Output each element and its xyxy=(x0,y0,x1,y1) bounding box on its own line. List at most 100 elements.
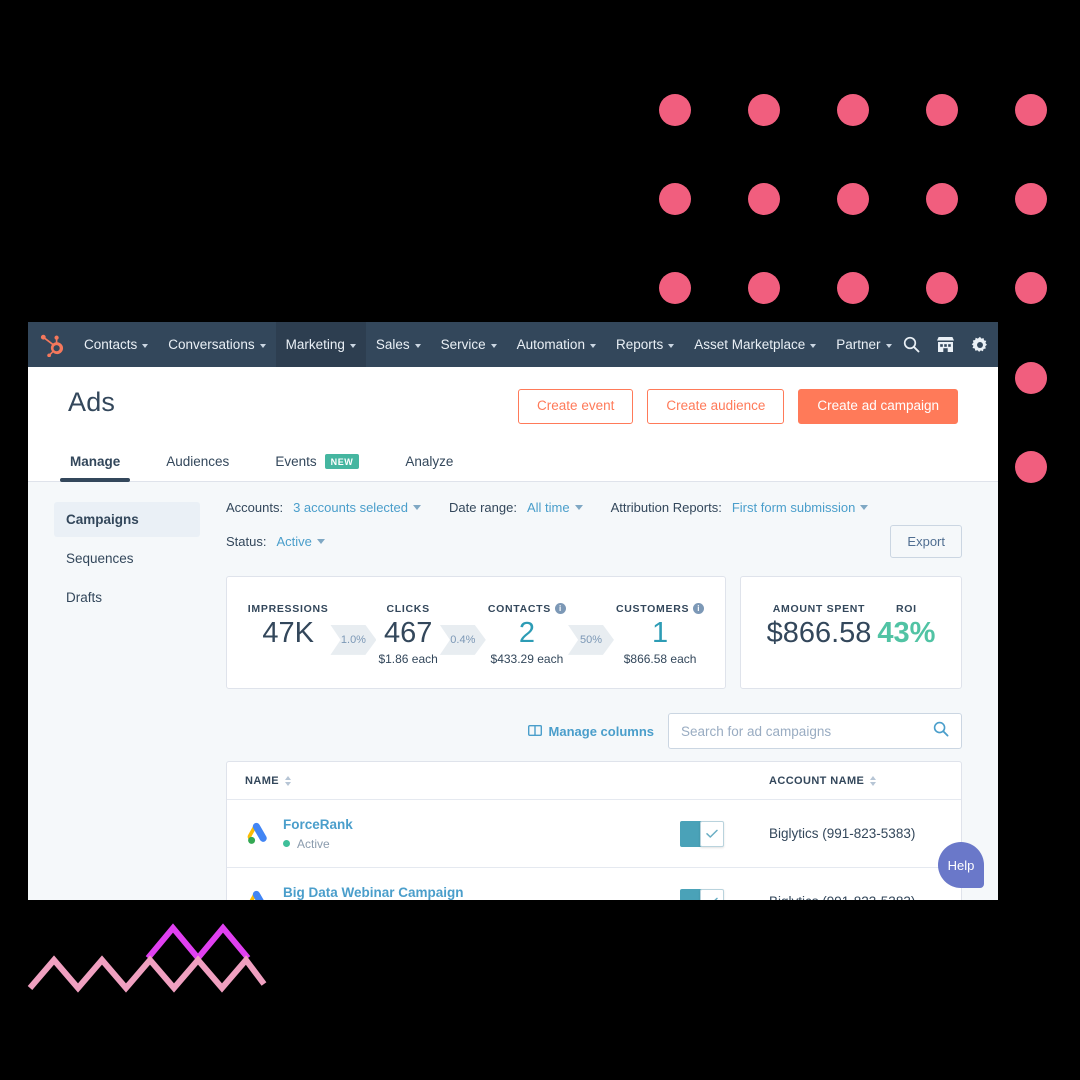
funnel-conversion-rate: 50% xyxy=(579,633,602,646)
status-dot-icon xyxy=(283,840,290,848)
table-toolbar: Manage columns xyxy=(226,713,962,750)
funnel-stage-label: CLICKS xyxy=(378,603,437,615)
hubspot-sprocket-logo[interactable] xyxy=(40,329,64,361)
decorative-dot xyxy=(1015,362,1047,394)
create-audience-button[interactable]: Create audience xyxy=(647,389,785,424)
nav-item-asset-marketplace[interactable]: Asset Marketplace xyxy=(684,322,826,367)
filter-label: Status: xyxy=(226,533,267,549)
campaign-name-link[interactable]: Big Data Webinar Campaign xyxy=(283,885,464,900)
google-ads-icon xyxy=(247,822,267,844)
funnel-stage-impressions: IMPRESSIONS 47K xyxy=(246,603,331,652)
funnel-stage-customers: CUSTOMERS i 1 $866.58 each xyxy=(614,603,706,666)
cell-toggle xyxy=(647,889,757,900)
nav-item-label: Sales xyxy=(375,337,410,352)
toggle-knob xyxy=(700,889,724,900)
info-icon[interactable]: i xyxy=(693,603,705,615)
toggle-track xyxy=(680,889,702,900)
filter-bar-row-1: Accounts: 3 accounts selected Date range: A… xyxy=(226,500,962,515)
nav-item-marketing[interactable]: Marketing xyxy=(275,322,366,367)
google-ads-icon xyxy=(249,891,264,900)
filter-value-dropdown[interactable]: First form submission xyxy=(732,500,869,515)
chevron-down-icon xyxy=(574,504,583,510)
sidebar-item-campaigns[interactable]: Campaigns xyxy=(54,501,200,537)
nav-item-contacts[interactable]: Contacts xyxy=(74,322,158,367)
decorative-dot xyxy=(926,183,958,215)
funnel-stage-label-text: CONTACTS xyxy=(487,602,551,615)
page-body: Campaigns Sequences Drafts Accounts: 3 acco… xyxy=(28,481,998,900)
toggle-knob xyxy=(700,820,724,847)
campaign-enabled-toggle[interactable] xyxy=(680,889,724,900)
create-event-button[interactable]: Create event xyxy=(518,389,634,424)
sort-icon[interactable] xyxy=(870,775,877,786)
filter-label: Date range: xyxy=(449,499,517,515)
marketplace-icon[interactable] xyxy=(936,335,956,355)
decorative-dot xyxy=(926,94,958,126)
funnel-conversion-arrow: 1.0% xyxy=(330,624,377,655)
settings-gear-icon[interactable] xyxy=(970,335,990,355)
sidebar-item-sequences[interactable]: Sequences xyxy=(54,541,200,576)
filter-value-dropdown[interactable]: All time xyxy=(527,500,583,515)
cell-account-name: Biglytics (991-823-5383) xyxy=(757,893,961,900)
nav-item-conversations[interactable]: Conversations xyxy=(158,322,275,367)
decorative-dot xyxy=(837,94,869,126)
tab-manage[interactable]: Manage xyxy=(59,444,131,482)
search-campaigns-box[interactable] xyxy=(668,713,962,750)
funnel-stage-value: 47K xyxy=(262,616,314,649)
funnel-conversion-rate: 0.4% xyxy=(450,633,476,646)
filter-value-dropdown[interactable]: Active xyxy=(276,533,325,549)
nav-item-partner[interactable]: Partner xyxy=(826,322,901,367)
help-button[interactable]: Help xyxy=(938,842,984,888)
funnel-stage-label-text: CLICKS xyxy=(386,602,430,615)
table-header-row: NAME ACCOUNT NAME xyxy=(227,762,961,801)
decorative-dot xyxy=(1015,183,1047,215)
tab-events[interactable]: Events NEW xyxy=(273,444,361,481)
column-header-name[interactable]: NAME xyxy=(245,775,291,787)
nav-item-reports[interactable]: Reports xyxy=(606,322,684,367)
campaigns-table: NAME ACCOUNT NAME ForceRank Active Bigly… xyxy=(226,761,962,900)
funnel-card: IMPRESSIONS 47K 1.0% CLICKS 467 $1.86 each 0.4… xyxy=(226,575,726,690)
chevron-down-icon xyxy=(142,343,149,348)
filter-value-dropdown[interactable]: 3 accounts selected xyxy=(293,500,421,515)
search-input[interactable] xyxy=(681,723,933,739)
decorative-dot xyxy=(659,94,691,126)
sidebar-item-drafts[interactable]: Drafts xyxy=(54,580,200,615)
decorative-dot xyxy=(1015,272,1047,304)
info-icon[interactable]: i xyxy=(554,603,566,615)
search-icon[interactable] xyxy=(933,721,949,742)
account-name-text: Biglytics (991-823-5383) xyxy=(769,894,915,900)
nav-item-sales[interactable]: Sales xyxy=(366,322,431,367)
decorative-dot xyxy=(1015,451,1047,483)
cell-account-name: Biglytics (991-823-5383) xyxy=(757,825,961,843)
export-button[interactable]: Export xyxy=(890,524,962,558)
campaign-name-link[interactable]: ForceRank xyxy=(283,817,353,832)
table-row[interactable]: Big Data Webinar Campaign Active xyxy=(227,868,961,900)
sort-icon[interactable] xyxy=(285,775,291,786)
campaign-enabled-toggle[interactable] xyxy=(680,820,724,847)
page-tabs: Manage Audiences Events NEW Analyze xyxy=(59,444,958,482)
tab-analyze[interactable]: Analyze xyxy=(403,444,455,481)
funnel-stage-label: CUSTOMERS i xyxy=(616,603,705,615)
nav-item-automation[interactable]: Automation xyxy=(507,322,606,367)
tab-label: Manage xyxy=(70,453,121,469)
funnel-conversion-rate: 1.0% xyxy=(340,633,366,646)
toggle-track xyxy=(680,820,702,847)
filter-value-label: First form submission xyxy=(731,499,856,515)
chevron-down-icon xyxy=(316,538,325,544)
tab-audiences[interactable]: Audiences xyxy=(164,444,231,481)
filter-label: Attribution Reports: xyxy=(610,499,722,515)
create-ad-campaign-button[interactable]: Create ad campaign xyxy=(798,389,958,424)
funnel-stage-label: CONTACTS i xyxy=(488,603,566,615)
manage-columns-button[interactable]: Manage columns xyxy=(527,724,654,739)
search-icon[interactable] xyxy=(902,335,922,355)
filter-bar-row-2: Status: Active Export xyxy=(226,524,962,558)
columns-icon xyxy=(527,724,542,739)
spend-roi-card: AMOUNT SPENT $866.58 ROI 43% xyxy=(740,575,962,690)
column-header-account-name[interactable]: ACCOUNT NAME xyxy=(769,775,961,787)
cell-toggle xyxy=(647,820,757,847)
nav-item-label: Marketing xyxy=(285,337,345,352)
check-icon xyxy=(714,897,718,900)
table-row[interactable]: ForceRank Active Biglytics (991-823-5383… xyxy=(227,800,961,869)
account-name-text: Biglytics (991-823-5383) xyxy=(769,825,916,841)
filter-value-label: Active xyxy=(276,533,312,549)
nav-item-service[interactable]: Service xyxy=(431,322,507,367)
